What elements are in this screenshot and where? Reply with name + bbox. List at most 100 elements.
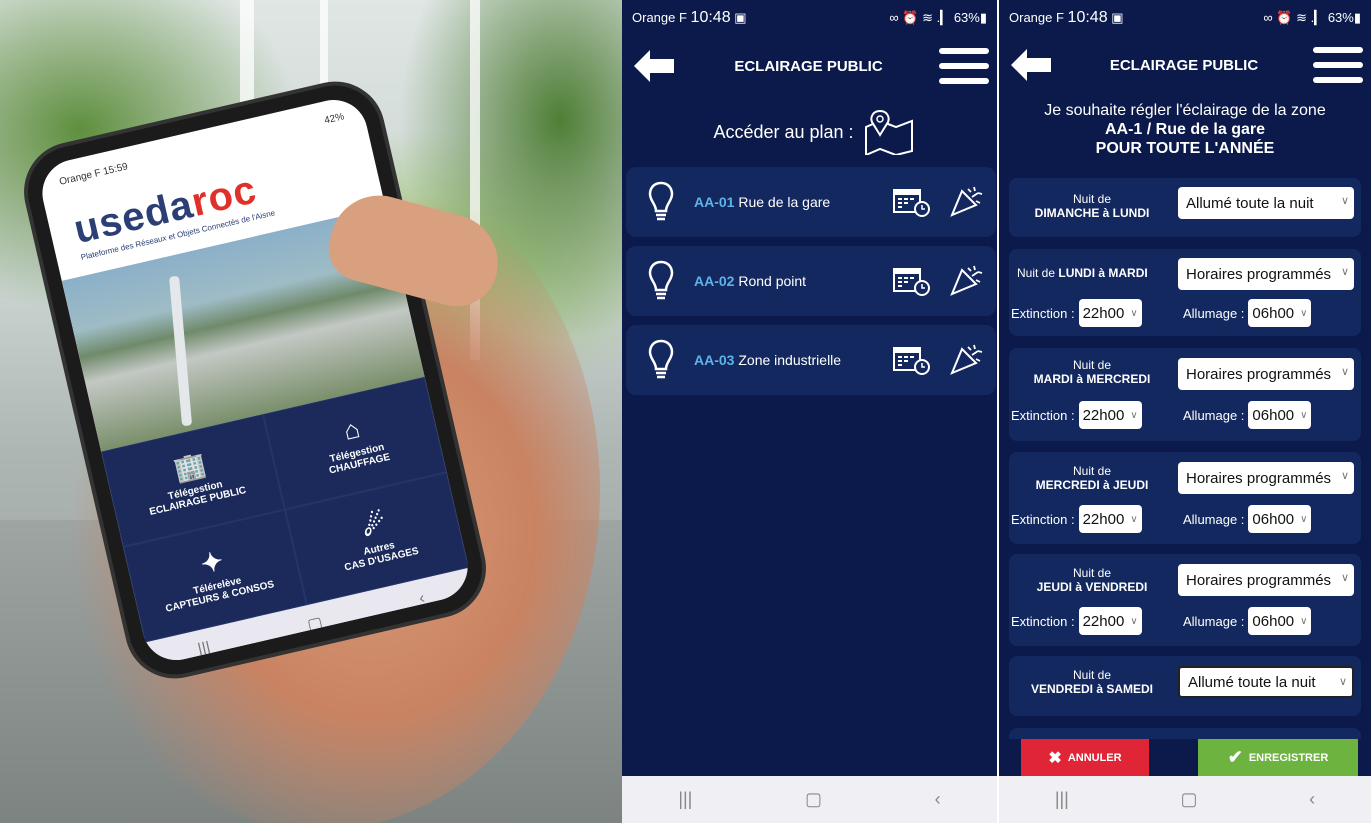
- map-access-label: Accéder au plan :: [713, 121, 854, 142]
- lighting-mode-select[interactable]: Horaires programmés ∨: [1178, 564, 1354, 596]
- lighting-mode-select[interactable]: Allumé toute la nuit ∨: [1178, 666, 1354, 698]
- back-nav-icon[interactable]: ‹: [1309, 789, 1315, 810]
- map-pin-icon[interactable]: [862, 109, 916, 155]
- allumage-time-select[interactable]: 06h00 ∨: [1248, 607, 1312, 635]
- time: 10:48: [1067, 8, 1108, 26]
- night-card: Nuit de DIMANCHE à LUNDI Allumé toute la…: [1009, 178, 1361, 237]
- select-value: 22h00: [1082, 612, 1125, 630]
- night-label: Nuit de MARDI à MERCREDI: [1017, 358, 1167, 386]
- calendar-clock-icon[interactable]: [892, 345, 932, 375]
- save-button[interactable]: ✔ ENREGISTRER: [1198, 739, 1358, 776]
- extinction-time-select[interactable]: 22h00 ∨: [1078, 607, 1142, 635]
- recent-apps-icon[interactable]: |||: [196, 639, 212, 659]
- page-title: ECLAIRAGE PUBLIC: [1109, 56, 1259, 74]
- zone-item-aa02[interactable]: AA-02 Rond point: [626, 246, 996, 316]
- zone-label: AA-02 Rond point: [694, 273, 806, 289]
- allumage-label: Allumage :: [1183, 613, 1245, 629]
- sensor-network-icon: ✦: [197, 545, 226, 580]
- night-card: Nuit de MARDI à MERCREDI Horaires progra…: [1009, 348, 1361, 441]
- zone-name: Rue de la gare: [738, 194, 831, 210]
- close-x-icon: ✖: [1048, 749, 1062, 767]
- home-icon[interactable]: ▢: [305, 612, 325, 635]
- extinction-row: Extinction : 22h00 ∨: [1011, 299, 1142, 327]
- chevron-down-icon: ∨: [1300, 615, 1308, 627]
- calendar-clock-icon[interactable]: [892, 187, 932, 217]
- carrier: Orange F: [632, 9, 687, 25]
- back-nav-icon[interactable]: ‹: [417, 590, 426, 609]
- extinction-time-select[interactable]: 22h00 ∨: [1078, 401, 1142, 429]
- home-icon[interactable]: ▢: [805, 789, 822, 810]
- lighting-mode-select[interactable]: Horaires programmés ∨: [1178, 358, 1354, 390]
- select-value: 06h00: [1252, 612, 1295, 630]
- zone-item-aa03[interactable]: AA-03 Zone industrielle: [626, 325, 996, 395]
- allumage-row: Allumage : 06h00 ∨: [1183, 299, 1312, 327]
- lighting-settings-screen: Orange F 10:48 ▣ ∞ ⏰ ≋ .▎ 63%▮ ECLAIRAGE…: [999, 0, 1371, 823]
- select-value: 22h00: [1082, 304, 1125, 322]
- carrier: Orange F: [1009, 9, 1064, 25]
- phone-status-right: 42%: [323, 110, 346, 127]
- night-label: Nuit de VENDREDI à SAMEDI: [1017, 668, 1167, 696]
- select-value: Allumé toute la nuit: [1186, 194, 1314, 212]
- zone-code: AA-03: [694, 352, 735, 368]
- status-right: ∞ ⏰ ≋ .▎ 63%▮: [889, 10, 987, 26]
- night-label: Nuit de DIMANCHE à LUNDI: [1017, 192, 1167, 220]
- night-label: Nuit de MERCREDI à JEUDI: [1017, 464, 1167, 492]
- zone-code: AA-01: [694, 194, 735, 210]
- extinction-time-select[interactable]: 22h00 ∨: [1078, 299, 1142, 327]
- back-nav-icon[interactable]: ‹: [935, 789, 941, 810]
- status-bar: Orange F 10:48 ▣ ∞ ⏰ ≋ .▎ 63%▮: [622, 0, 997, 35]
- select-value: Horaires programmés: [1186, 265, 1332, 283]
- hamburger-menu-icon[interactable]: [1313, 47, 1363, 83]
- lighting-mode-select[interactable]: Horaires programmés ∨: [1178, 462, 1354, 494]
- lighting-mode-select[interactable]: Allumé toute la nuit ∨: [1178, 187, 1354, 219]
- zone-item-aa01[interactable]: AA-01 Rue de la gare: [626, 167, 996, 237]
- time: 10:48: [690, 8, 731, 26]
- light-bulb-icon: [648, 260, 674, 300]
- battery-icon: ▮: [1353, 9, 1361, 25]
- status-left: Orange F 10:48 ▣: [1009, 9, 1124, 27]
- calendar-clock-icon[interactable]: [892, 266, 932, 296]
- night-days: MERCREDI à JEUDI: [1035, 478, 1149, 492]
- back-arrow-icon[interactable]: [1007, 45, 1055, 85]
- recent-apps-icon[interactable]: |||: [678, 789, 692, 810]
- home-icon[interactable]: ▢: [1180, 789, 1197, 810]
- night-prefix: Nuit de: [1072, 668, 1112, 682]
- photo-panel: Orange F 15:59 42% usedaroc Plateforme d…: [0, 0, 622, 823]
- night-prefix: Nuit de: [1072, 358, 1112, 372]
- lighting-mode-select[interactable]: Horaires programmés ∨: [1178, 258, 1354, 290]
- cancel-button[interactable]: ✖ ANNULER: [1021, 739, 1149, 776]
- allumage-time-select[interactable]: 06h00 ∨: [1248, 505, 1312, 533]
- app-header: ECLAIRAGE PUBLIC: [622, 35, 997, 97]
- night-prefix: Nuit de: [1017, 266, 1056, 280]
- chevron-down-icon: ∨: [1130, 615, 1138, 627]
- night-card: Nuit de LUNDI à MARDI Horaires programmé…: [1009, 249, 1361, 336]
- chevron-down-icon: ∨: [1130, 307, 1138, 319]
- zone-name: Zone industrielle: [738, 352, 842, 368]
- chevron-down-icon: ∨: [1340, 266, 1349, 278]
- hamburger-menu-icon[interactable]: [939, 48, 989, 84]
- allumage-label: Allumage :: [1183, 511, 1245, 527]
- back-arrow-icon[interactable]: [630, 46, 678, 86]
- signal-icons: ∞ ⏰ ≋ .▎: [1263, 9, 1325, 25]
- allumage-time-select[interactable]: 06h00 ∨: [1248, 299, 1312, 327]
- party-popper-icon[interactable]: [948, 262, 984, 298]
- page-title: ECLAIRAGE PUBLIC: [734, 57, 883, 75]
- select-value: Horaires programmés: [1186, 571, 1332, 589]
- map-access[interactable]: Accéder au plan :: [622, 97, 997, 167]
- recent-apps-icon[interactable]: |||: [1055, 789, 1069, 810]
- night-days: DIMANCHE à LUNDI: [1034, 206, 1150, 220]
- select-value: 06h00: [1252, 510, 1295, 528]
- extinction-time-select[interactable]: 22h00 ∨: [1078, 505, 1142, 533]
- allumage-row: Allumage : 06h00 ∨: [1183, 401, 1312, 429]
- zone-label: AA-01 Rue de la gare: [694, 194, 830, 210]
- image-notification-icon: ▣: [1111, 9, 1124, 25]
- chevron-down-icon: ∨: [1340, 470, 1349, 482]
- app-header: ECLAIRAGE PUBLIC: [999, 35, 1371, 95]
- select-value: 22h00: [1082, 510, 1125, 528]
- party-popper-icon[interactable]: [948, 341, 984, 377]
- night-days: JEUDI à VENDREDI: [1036, 580, 1148, 594]
- allumage-time-select[interactable]: 06h00 ∨: [1248, 401, 1312, 429]
- select-value: Allumé toute la nuit: [1188, 673, 1316, 691]
- save-label: ENREGISTRER: [1248, 751, 1329, 764]
- party-popper-icon[interactable]: [948, 183, 984, 219]
